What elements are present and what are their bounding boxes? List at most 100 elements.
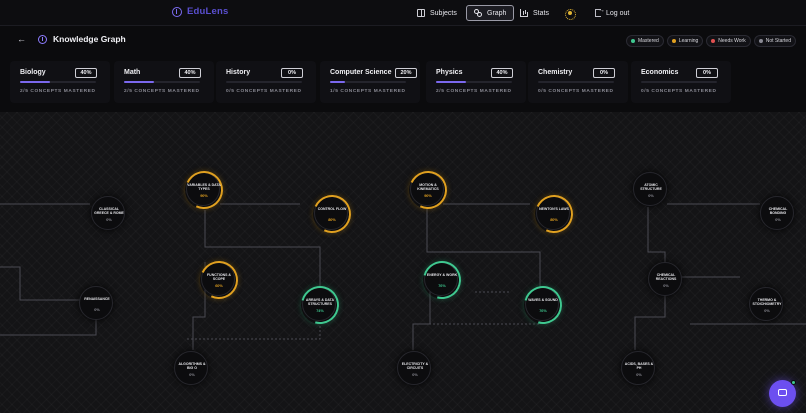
- concept-node-label: VARIABLES & DATA TYPES: [187, 183, 221, 192]
- nav-stats-label: Stats: [533, 9, 549, 17]
- back-button[interactable]: ←: [17, 34, 26, 44]
- concept-node-percent: 0%: [412, 373, 418, 377]
- page-title-group: Knowledge Graph: [38, 34, 126, 44]
- bar-chart-icon: [520, 9, 528, 17]
- chat-bubble-icon: [778, 389, 787, 396]
- subject-mastered-count: 2/5 CONCEPTS MASTERED: [436, 89, 512, 94]
- concept-node-percent: 0%: [189, 373, 195, 377]
- concept-node-label: CHEMICAL BONDING: [768, 207, 788, 216]
- graph-edge: [186, 322, 321, 340]
- subject-card-economics[interactable]: Economics 0% 0/5 CONCEPTS MASTERED: [631, 61, 731, 103]
- concept-node-label: ALGORITHMS & BIG O: [178, 362, 206, 371]
- brand-name: EduLens: [187, 6, 229, 17]
- graph-edge: [647, 207, 666, 267]
- logout-icon: [595, 7, 605, 17]
- concept-node-functions[interactable]: FUNCTIONS & SCOPE 60%: [194, 255, 244, 305]
- subject-card-chemistry[interactable]: Chemistry 0% 0/5 CONCEPTS MASTERED: [528, 61, 628, 103]
- nav-graph[interactable]: Graph: [466, 5, 515, 21]
- graph-edge: [0, 266, 80, 301]
- online-status-badge: [791, 380, 796, 385]
- subject-card-computer-science[interactable]: Computer Science 20% 1/5 CONCEPTS MASTER…: [320, 61, 420, 103]
- concept-node-bonding[interactable]: CHEMICAL BONDING 0%: [760, 196, 794, 230]
- nav-stats[interactable]: Stats: [513, 5, 556, 21]
- legend-mastered: Mastered: [625, 35, 664, 47]
- graph-edge: [0, 314, 97, 336]
- subject-percent-badge: 40%: [491, 68, 513, 78]
- subject-name: Math: [124, 69, 141, 76]
- concept-node-label: RENAISSANCE: [84, 297, 110, 301]
- concept-node-label: ATOMIC STRUCTURE: [640, 183, 662, 192]
- logout-button[interactable]: Log out: [588, 5, 636, 21]
- subject-mastered-count: 2/5 CONCEPTS MASTERED: [20, 89, 96, 94]
- logout-label: Log out: [606, 9, 630, 17]
- page-title: Knowledge Graph: [53, 34, 126, 44]
- knowledge-graph-icon: [38, 34, 47, 44]
- concept-node-waves[interactable]: WAVES & SOUND 76%: [517, 279, 569, 331]
- concept-node-percent: 76%: [438, 284, 446, 288]
- concept-node-percent: 0%: [94, 308, 100, 312]
- nav-subjects[interactable]: Subjects: [410, 5, 464, 21]
- theme-toggle[interactable]: [558, 5, 581, 21]
- concept-node-atomic[interactable]: ATOMIC STRUCTURE 0%: [633, 172, 667, 206]
- concept-node-reactions[interactable]: CHEMICAL REACTIONS 0%: [648, 262, 682, 296]
- subject-card-history[interactable]: History 0% 0/5 CONCEPTS MASTERED: [216, 61, 316, 103]
- concept-node-algorithms[interactable]: ALGORITHMS & BIG O 0%: [174, 351, 208, 385]
- concept-node-control-flow[interactable]: CONTROL FLOW 80%: [307, 189, 357, 239]
- subject-mastered-count: 0/5 CONCEPTS MASTERED: [226, 89, 302, 94]
- concept-node-label: ARRAYS & DATA STRUCTURES: [305, 298, 335, 307]
- legend-label: Needs Work: [718, 38, 746, 44]
- subject-name: Economics: [641, 69, 679, 76]
- concept-node-acids[interactable]: ACIDS, BASES & PH 0%: [621, 351, 655, 385]
- subject-mastered-count: 0/5 CONCEPTS MASTERED: [641, 89, 717, 94]
- mastered-dot-icon: [630, 39, 635, 43]
- subject-percent-badge: 40%: [75, 68, 97, 78]
- concept-node-stoichiometry[interactable]: THERMO & STOICHIOMETRY 0%: [749, 287, 783, 321]
- subject-card-physics[interactable]: Physics 40% 2/5 CONCEPTS MASTERED: [426, 61, 526, 103]
- subject-progress-fill: [330, 81, 346, 83]
- concept-node-electricity[interactable]: ELECTRICITY & CIRCUITS 0%: [397, 351, 431, 385]
- subject-percent-badge: 0%: [593, 68, 615, 78]
- needs-work-dot-icon: [711, 39, 716, 43]
- brand[interactable]: EduLens: [172, 6, 229, 17]
- learning-dot-icon: [671, 39, 676, 43]
- concept-node-classical[interactable]: CLASSICAL GREECE & ROME 0%: [91, 196, 125, 230]
- status-legend: Mastered Learning Needs Work Not Started: [625, 35, 796, 47]
- legend-not-started: Not Started: [753, 35, 796, 47]
- concept-node-percent: 74%: [316, 309, 324, 313]
- subject-progress-track: [436, 81, 512, 83]
- legend-label: Not Started: [765, 38, 791, 44]
- concept-node-label: ELECTRICITY & CIRCUITS: [401, 362, 429, 371]
- concept-node-energy[interactable]: ENERGY & WORK 76%: [416, 254, 468, 306]
- subject-card-biology[interactable]: Biology 40% 2/5 CONCEPTS MASTERED: [10, 61, 110, 103]
- subject-progress-track: [641, 81, 717, 83]
- legend-learning: Learning: [666, 35, 704, 47]
- subject-card-math[interactable]: Math 40% 2/5 CONCEPTS MASTERED: [114, 61, 214, 103]
- subject-percent-badge: 0%: [281, 68, 303, 78]
- subject-name: Physics: [436, 69, 463, 76]
- concept-node-label: MOTION & KINEMATICS: [417, 183, 439, 192]
- subject-progress-fill: [436, 81, 467, 83]
- graph-canvas[interactable]: CLASSICAL GREECE & ROME 0% RENAISSANCE 0…: [0, 112, 806, 413]
- concept-node-label: CHEMICAL REACTIONS: [655, 273, 677, 282]
- top-nav: EduLens Subjects Graph Stats Log out: [0, 0, 806, 26]
- subject-name: Biology: [20, 69, 46, 76]
- subject-mastered-count: 2/5 CONCEPTS MASTERED: [124, 89, 200, 94]
- concept-node-kinematics[interactable]: MOTION & KINEMATICS 90%: [403, 165, 453, 215]
- not-started-dot-icon: [758, 39, 763, 43]
- subject-name: Computer Science: [330, 69, 392, 76]
- subject-progress-fill: [124, 81, 155, 83]
- concept-node-variables[interactable]: VARIABLES & DATA TYPES 90%: [179, 165, 229, 215]
- concept-node-arrays[interactable]: ARRAYS & DATA STRUCTURES 74%: [294, 279, 346, 331]
- concept-node-renaissance[interactable]: RENAISSANCE 0%: [79, 286, 113, 320]
- sun-icon: [565, 8, 576, 20]
- graph-edge: [412, 287, 431, 350]
- concept-node-percent: 76%: [539, 309, 547, 313]
- concept-node-percent: 0%: [636, 373, 642, 377]
- nav-subjects-label: Subjects: [430, 9, 457, 17]
- concept-node-label: FUNCTIONS & SCOPE: [207, 273, 231, 282]
- concept-node-newtons[interactable]: NEWTON'S LAWS 80%: [529, 189, 579, 239]
- concept-node-label: CONTROL FLOW: [317, 207, 347, 211]
- graph-icon: [474, 9, 482, 17]
- legend-needs-work: Needs Work: [706, 35, 751, 47]
- chat-button[interactable]: [769, 380, 796, 407]
